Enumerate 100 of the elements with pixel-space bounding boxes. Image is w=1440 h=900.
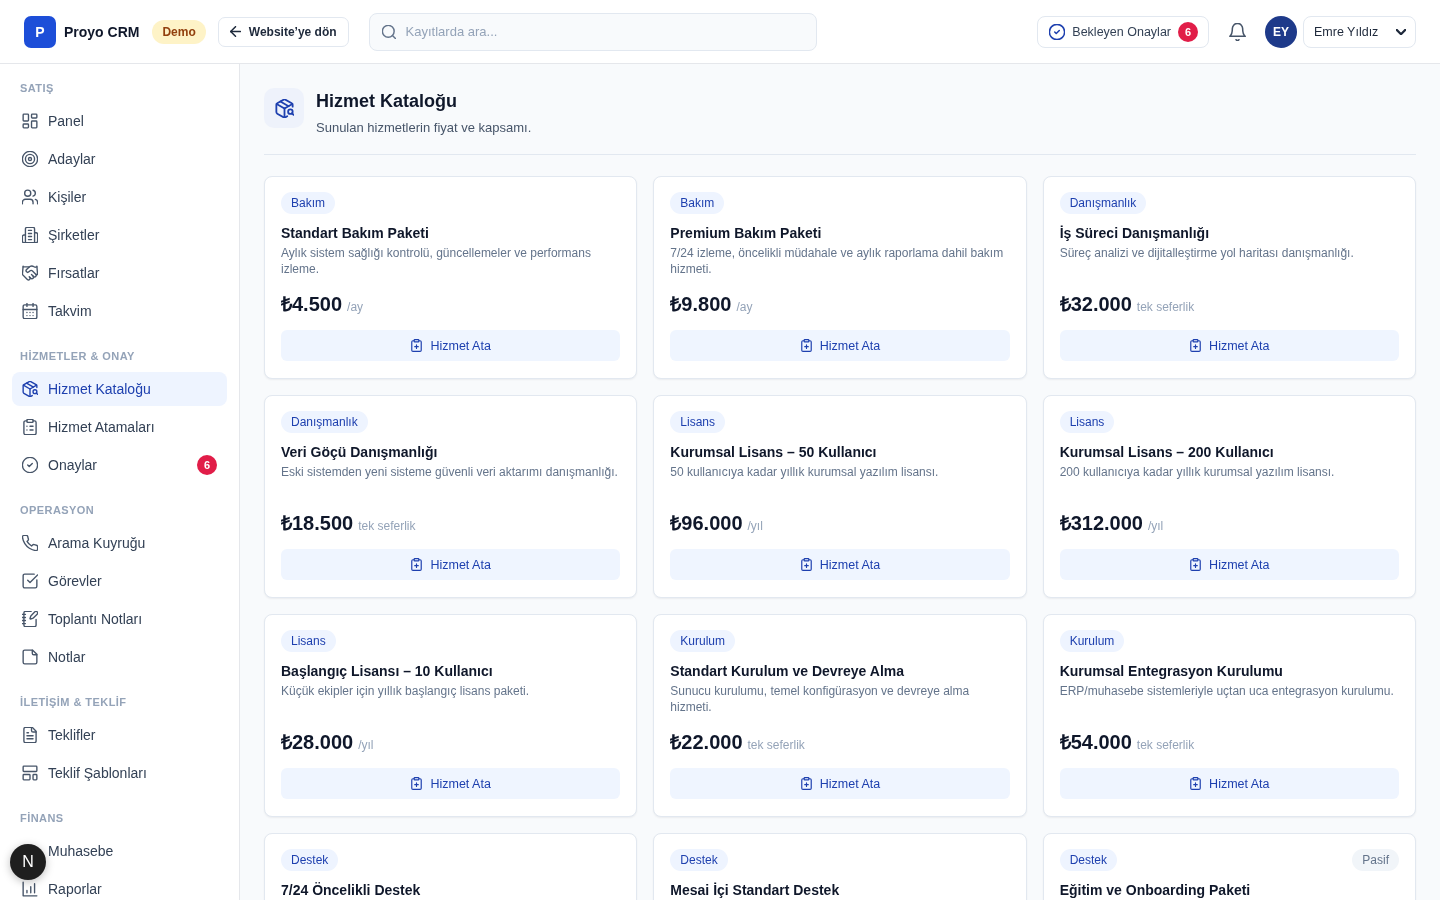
app-name: Proyo CRM bbox=[64, 23, 140, 40]
sidebar-item[interactable]: Onaylar 6 bbox=[12, 448, 227, 482]
service-title: Kurumsal Lisans – 50 Kullanıcı bbox=[670, 443, 878, 461]
service-description: Eski sistemden yeni sisteme güvenli veri aktarımı danışmanlığı. bbox=[281, 464, 619, 481]
billing-period: /yıl bbox=[747, 519, 763, 533]
category-tag: Bakım bbox=[670, 192, 725, 214]
billing-period: tek seferlik bbox=[1136, 738, 1195, 752]
chevron-down-icon bbox=[1396, 28, 1406, 35]
service-price: ₺4.500 bbox=[281, 292, 343, 317]
service-title: Kurumsal Lisans – 200 Kullanıcı bbox=[1059, 443, 1275, 461]
assign-service-button[interactable]: Hizmet Ata bbox=[281, 768, 621, 799]
service-title: Veri Göçü Danışmanlığı bbox=[281, 443, 439, 461]
assign-service-button[interactable]: Hizmet Ata bbox=[281, 330, 621, 361]
calendar-icon bbox=[22, 303, 38, 319]
clipboard-plus-icon bbox=[1189, 339, 1203, 352]
service-price: ₺9.800 bbox=[670, 292, 732, 317]
sidebar-item[interactable]: Toplantı Notları bbox=[12, 602, 227, 636]
service-description: 200 kullanıcıya kadar yıllık kurumsal yazılım lisansı. bbox=[1059, 464, 1336, 481]
assign-service-button[interactable]: Hizmet Ata bbox=[670, 768, 1010, 799]
billing-period: tek seferlik bbox=[358, 519, 416, 533]
section-heading: İLETİŞİM & TEKLİF bbox=[19, 695, 128, 710]
pending-approvals-button[interactable]: Bekleyen Onaylar 6 bbox=[1037, 15, 1209, 48]
count-badge: 6 bbox=[1178, 21, 1198, 42]
category-tag: Destek bbox=[670, 849, 728, 871]
category-tag: Kurulum bbox=[670, 630, 735, 652]
page-title: Hizmet Kataloğu bbox=[316, 90, 458, 113]
service-description: Sunucu kurulumu, temel konfigürasyon ve devreye alma hizmeti. bbox=[670, 683, 971, 715]
clipboard-list-icon bbox=[22, 419, 38, 435]
billing-period: /yıl bbox=[1147, 519, 1164, 533]
clipboard-plus-icon bbox=[410, 558, 424, 571]
category-tag: Destek bbox=[281, 849, 339, 871]
sidebar-item[interactable]: Arama Kuyruğu bbox=[12, 526, 227, 560]
category-tag: Danışmanlık bbox=[281, 411, 368, 433]
billing-period: tek seferlik bbox=[1136, 300, 1195, 314]
sidebar-item[interactable]: Panel bbox=[12, 104, 227, 138]
billing-period: tek seferlik bbox=[747, 738, 805, 752]
category-tag: Kurulum bbox=[1059, 630, 1125, 652]
category-tag: Lisans bbox=[281, 630, 336, 652]
document-icon bbox=[22, 727, 38, 743]
sidebar-item[interactable]: Kişiler bbox=[12, 180, 227, 214]
category-tag: Lisans bbox=[670, 411, 725, 433]
category-tag: Destek bbox=[1059, 849, 1117, 871]
sidebar-item[interactable]: Görevler bbox=[12, 564, 227, 598]
clipboard-plus-icon bbox=[410, 777, 424, 790]
sidebar-item[interactable]: Hizmet Atamaları bbox=[12, 410, 227, 444]
service-price: ₺54.000 bbox=[1059, 730, 1132, 755]
billing-period: /ay bbox=[347, 300, 364, 314]
sidebar-item[interactable]: Teklifler bbox=[12, 718, 227, 752]
service-title: Başlangıç Lisansı – 10 Kullanıcı bbox=[281, 662, 494, 680]
user-avatar[interactable]: EY bbox=[1265, 15, 1297, 48]
assign-service-button[interactable]: Hizmet Ata bbox=[1059, 330, 1399, 361]
service-description: Aylık sistem sağlığı kontrolü, güncellemeler ve performans izleme. bbox=[281, 245, 592, 277]
users-icon bbox=[22, 189, 38, 205]
bar-chart-icon bbox=[22, 881, 38, 897]
sidebar-item[interactable]: Takvim bbox=[12, 294, 227, 328]
clipboard-plus-icon bbox=[1189, 558, 1203, 571]
service-price: ₺96.000 bbox=[670, 511, 743, 536]
service-title: Mesai İçi Standart Destek bbox=[670, 881, 841, 899]
sidebar-item[interactable]: Fırsatlar bbox=[12, 256, 227, 290]
notifications-button[interactable] bbox=[1229, 22, 1246, 41]
phone-icon bbox=[22, 535, 38, 551]
building-icon bbox=[22, 227, 38, 243]
assign-service-button[interactable]: Hizmet Ata bbox=[281, 549, 621, 580]
sidebar-item[interactable]: Adaylar bbox=[12, 142, 227, 176]
check-square-icon bbox=[22, 573, 38, 589]
section-heading: SATIŞ bbox=[19, 81, 55, 96]
status-badge: Pasif bbox=[1352, 849, 1399, 871]
assign-service-button[interactable]: Hizmet Ata bbox=[670, 330, 1010, 361]
sidebar-item[interactable]: Hizmet Kataloğu bbox=[12, 372, 227, 406]
sidebar-item[interactable]: Şirketler bbox=[12, 218, 227, 252]
assign-service-button[interactable]: Hizmet Ata bbox=[1059, 549, 1399, 580]
service-description: 7/24 izleme, öncelikli müdahale ve aylık raporlama dahil bakım hizmeti. bbox=[670, 245, 1005, 277]
sidebar-item[interactable]: Teklif Şablonları bbox=[12, 756, 227, 790]
dashboard-grid-icon bbox=[22, 113, 38, 129]
clipboard-plus-icon bbox=[799, 777, 813, 790]
sidebar-item[interactable]: Notlar bbox=[12, 640, 227, 674]
service-price: ₺32.000 bbox=[1059, 292, 1132, 317]
service-title: Standart Bakım Paketi bbox=[281, 224, 430, 242]
app-logo[interactable]: P bbox=[24, 15, 56, 48]
billing-period: /yıl bbox=[358, 738, 374, 752]
user-select[interactable]: Emre Yıldız bbox=[1303, 15, 1416, 48]
back-to-website-button[interactable]: Website’ye dön bbox=[217, 16, 349, 47]
category-tag: Bakım bbox=[281, 192, 335, 214]
assign-service-button[interactable]: Hizmet Ata bbox=[670, 549, 1010, 580]
handshake-icon bbox=[22, 265, 38, 281]
search-field[interactable]: Kayıtlarda ara... bbox=[368, 12, 817, 51]
arrow-left-icon bbox=[229, 26, 241, 37]
sidebar-item[interactable]: Muhasebe bbox=[48, 834, 227, 868]
section-heading: HİZMETLER & ONAY bbox=[19, 349, 136, 364]
note-icon bbox=[22, 649, 38, 665]
service-title: İş Süreci Danışmanlığı bbox=[1059, 224, 1211, 242]
box-magnifier-icon bbox=[22, 381, 38, 397]
clipboard-plus-icon bbox=[1189, 777, 1203, 790]
count-badge: 6 bbox=[197, 455, 217, 475]
service-price: ₺22.000 bbox=[670, 730, 743, 755]
target-icon bbox=[22, 151, 38, 167]
service-price: ₺28.000 bbox=[281, 730, 354, 755]
service-price: ₺312.000 bbox=[1059, 511, 1143, 536]
assign-service-button[interactable]: Hizmet Ata bbox=[1059, 768, 1399, 799]
clipboard-plus-icon bbox=[410, 339, 424, 352]
